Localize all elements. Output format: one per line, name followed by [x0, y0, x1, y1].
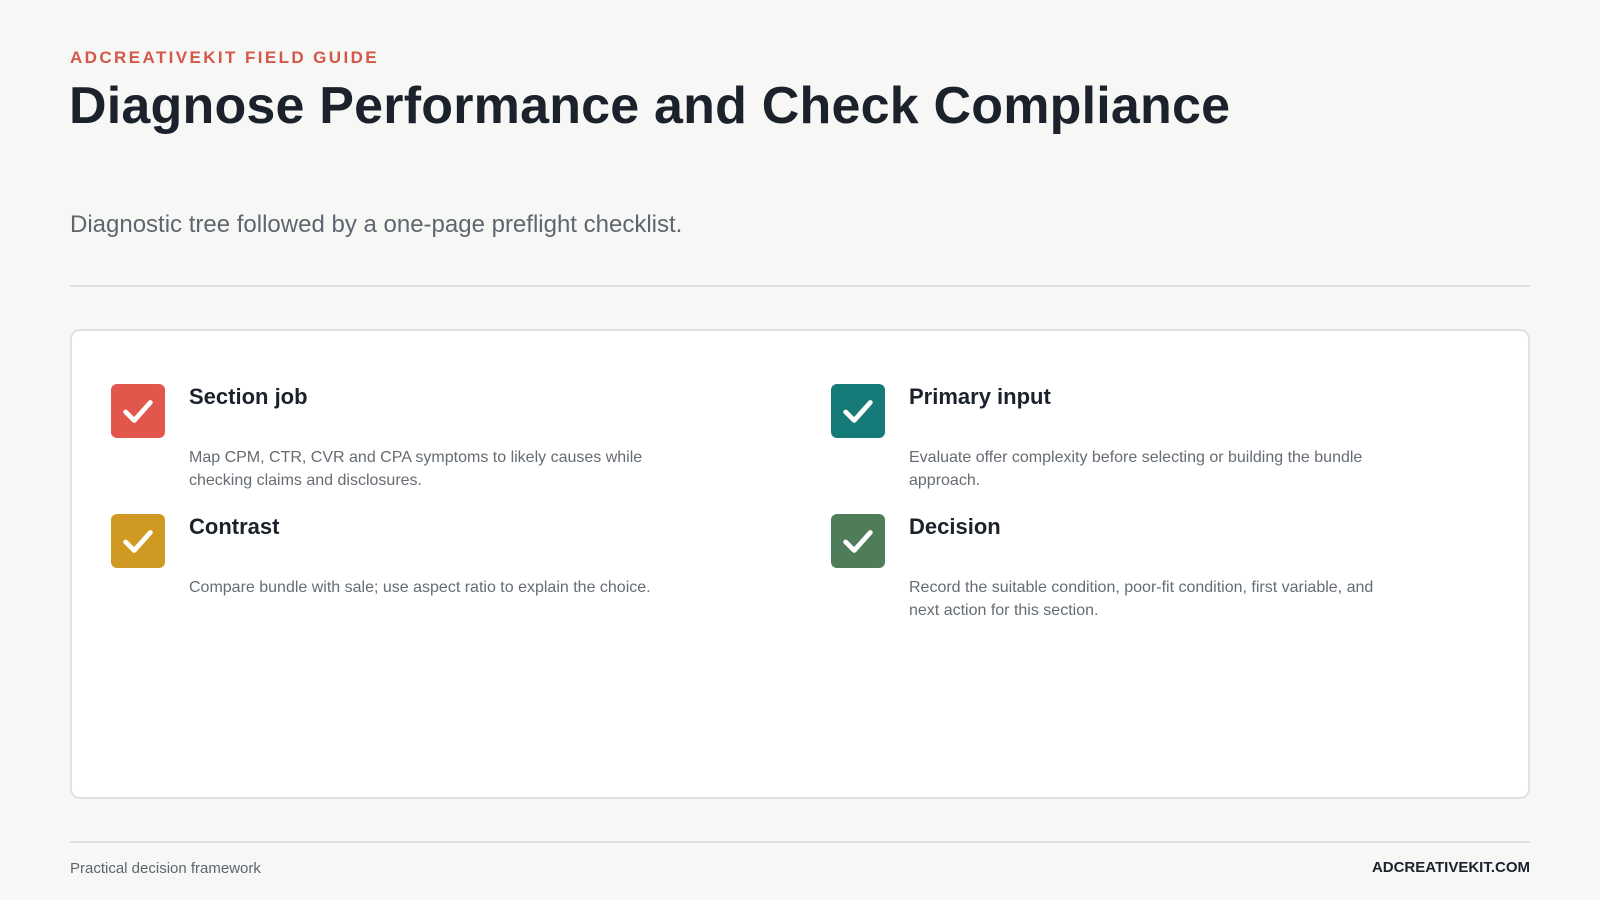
header-divider [70, 285, 1530, 287]
eyebrow-label: ADCREATIVEKIT FIELD GUIDE [70, 48, 380, 67]
check-icon [111, 384, 165, 438]
page-subtitle: Diagnostic tree followed by a one-page p… [70, 211, 683, 238]
footer-divider [70, 841, 1530, 843]
item-heading: Decision [909, 514, 1001, 539]
check-icon [831, 384, 885, 438]
page-title: Diagnose Performance and Check Complianc… [69, 77, 1231, 135]
item-description: Map CPM, CTR, CVR and CPA symptoms to li… [189, 449, 643, 489]
checklist-card: Section job Map CPM, CTR, CVR and CPA sy… [70, 329, 1530, 799]
footer-site-link[interactable]: ADCREATIVEKIT.COM [1372, 859, 1530, 876]
item-description: Record the suitable condition, poor-fit … [909, 579, 1374, 619]
item-heading: Contrast [189, 514, 280, 539]
item-description: Evaluate offer complexity before selecti… [909, 449, 1363, 489]
check-icon [111, 514, 165, 568]
item-heading: Primary input [909, 384, 1051, 409]
check-icon [831, 514, 885, 568]
item-description: Compare bundle with sale; use aspect rat… [189, 579, 651, 596]
item-heading: Section job [189, 384, 308, 409]
footer-tagline: Practical decision framework [70, 860, 261, 877]
